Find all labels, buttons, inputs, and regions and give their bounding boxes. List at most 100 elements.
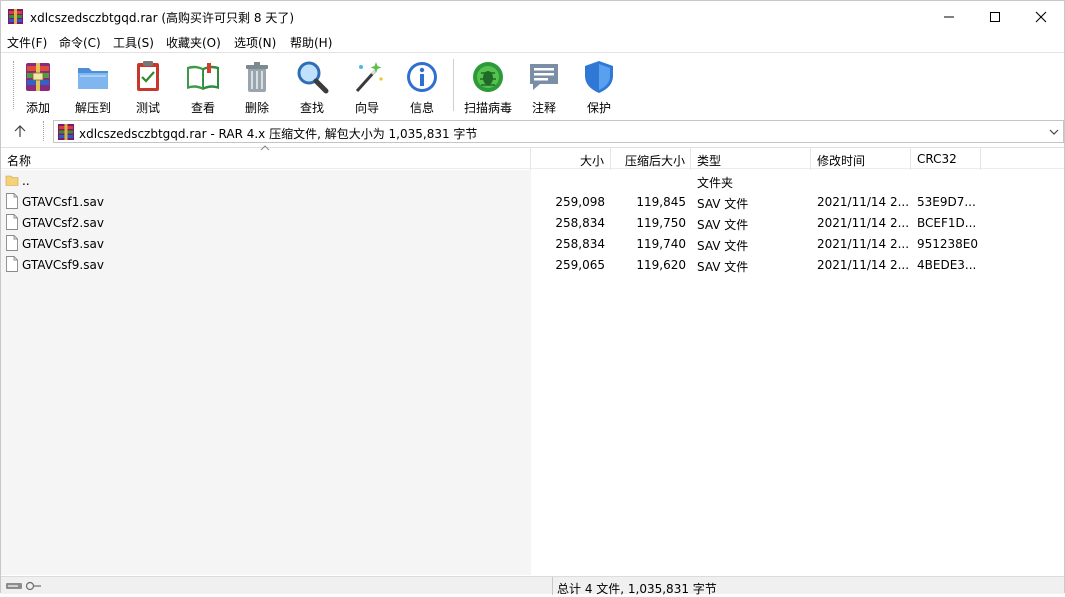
window-title: xdlcszedsczbtgqd.rar (高购买许可只剩 8 天了) [30,11,295,25]
menu-bar: 文件(F) 命令(C) 工具(S) 收藏夹(O) 选项(N) 帮助(H) [1,32,1064,52]
minimize-button[interactable] [926,1,972,32]
file-size: 258,834 [555,216,605,230]
sort-ascending-icon [260,145,270,151]
view-button[interactable]: 查看 [179,57,227,115]
list-item-parent-folder[interactable]: .. 文件夹 [1,170,1064,191]
header-crc-label: CRC32 [917,152,957,166]
menu-favorites[interactable]: 收藏夹(O) [166,34,221,51]
address-bar: xdlcszedsczbtgqd.rar - RAR 4.x 压缩文件, 解包大… [1,117,1064,145]
chevron-down-icon[interactable] [1047,125,1061,139]
list-item[interactable]: GTAVCsf9.sav 259,065 119,620 SAV 文件 2021… [1,254,1064,275]
file-name: GTAVCsf3.sav [22,237,104,251]
up-arrow-icon[interactable] [11,123,29,139]
file-size: 259,065 [555,258,605,272]
test-clipboard-icon [137,61,159,91]
header-size-label: 大小 [579,154,604,168]
address-field[interactable]: xdlcszedsczbtgqd.rar - RAR 4.x 压缩文件, 解包大… [53,120,1064,143]
extract-to-button[interactable]: 解压到 [69,57,117,115]
menu-file[interactable]: 文件(F) [7,34,47,51]
file-icon [6,256,18,272]
test-button[interactable]: 测试 [124,57,172,115]
file-name: GTAVCsf9.sav [22,258,104,272]
address-grip[interactable] [43,121,45,141]
header-name-label: 名称 [7,154,32,168]
file-name: .. [22,174,30,188]
status-summary: 总计 4 文件, 1,035,831 字节 [557,582,717,596]
file-modified: 2021/11/14 2... [817,195,910,209]
delete-label: 删除 [244,101,269,115]
add-button[interactable]: 添加 [14,57,62,115]
file-name: GTAVCsf2.sav [22,216,104,230]
file-icon [6,193,18,209]
file-size: 259,098 [555,195,605,209]
extract-to-label: 解压到 [74,101,111,115]
virus-scan-button[interactable]: 扫描病毒 [464,57,513,115]
protect-label: 保护 [586,101,611,115]
column-headers: 名称 大小 压缩后大小 类型 修改时间 CRC32 [1,145,1064,170]
close-button[interactable] [1018,1,1064,32]
file-crc: BCEF1D... [917,216,977,230]
file-size: 258,834 [555,237,605,251]
virus-scan-label: 扫描病毒 [464,101,513,115]
menu-commands[interactable]: 命令(C) [59,34,101,51]
file-icon [6,235,18,251]
extract-folder-icon [78,68,108,89]
maximize-button[interactable] [972,1,1018,32]
add-label: 添加 [25,101,50,115]
file-icon [6,214,18,230]
file-type: 文件夹 [697,176,734,190]
header-type-label: 类型 [697,154,722,168]
magnifier-icon [297,61,329,94]
folder-icon [5,175,19,186]
maximize-icon [990,11,1000,22]
list-item[interactable]: GTAVCsf3.sav 258,834 119,740 SAV 文件 2021… [1,233,1064,254]
protect-button[interactable]: 保护 [575,57,623,115]
close-icon [1035,11,1047,22]
toolbar-separator [453,59,454,111]
virus-scan-icon [473,62,503,92]
wizard-button[interactable]: 向导 [343,57,391,115]
file-modified: 2021/11/14 2... [817,216,910,230]
header-packed-label: 压缩后大小 [624,154,685,168]
info-icon [407,62,437,92]
trash-icon [246,62,268,92]
header-modified[interactable]: 修改时间 [811,148,911,170]
title-bar[interactable]: xdlcszedsczbtgqd.rar (高购买许可只剩 8 天了) [1,1,1064,32]
header-type[interactable]: 类型 [691,148,811,170]
header-packed[interactable]: 压缩后大小 [611,148,691,170]
header-crc[interactable]: CRC32 [911,148,981,170]
list-item[interactable]: GTAVCsf2.sav 258,834 119,750 SAV 文件 2021… [1,212,1064,233]
info-label: 信息 [409,101,434,115]
file-crc: 951238E0 [917,237,979,251]
comment-button[interactable]: 注释 [520,57,568,115]
menu-tools[interactable]: 工具(S) [113,34,154,51]
menu-options[interactable]: 选项(N) [234,34,276,51]
add-archive-icon [26,63,50,91]
header-size[interactable]: 大小 [531,148,611,170]
address-text: xdlcszedsczbtgqd.rar - RAR 4.x 压缩文件, 解包大… [79,127,478,141]
info-button[interactable]: 信息 [398,57,446,115]
view-book-icon [187,63,219,90]
find-button[interactable]: 查找 [288,57,336,115]
header-name[interactable]: 名称 [1,145,531,170]
minimize-icon [944,16,954,17]
file-crc: 53E9D7... [917,195,976,209]
file-packed: 119,740 [636,237,686,251]
file-type: SAV 文件 [697,260,749,274]
toolbar: 添加 解压到 测试 查看 删除 查找 向导 信息 扫描病毒 注释 保护 [1,52,1064,116]
wizard-label: 向导 [354,101,379,115]
file-modified: 2021/11/14 2... [817,237,910,251]
file-type: SAV 文件 [697,197,749,211]
file-packed: 119,750 [636,216,686,230]
winrar-icon [8,9,23,24]
wizard-wand-icon [355,62,383,93]
status-divider [552,577,553,595]
file-packed: 119,845 [636,195,686,209]
winrar-window: xdlcszedsczbtgqd.rar (高购买许可只剩 8 天了) 文件(F… [0,0,1065,596]
drive-key-icon[interactable] [4,580,44,592]
file-name: GTAVCsf1.sav [22,195,104,209]
delete-button[interactable]: 删除 [233,57,281,115]
header-modified-label: 修改时间 [817,154,866,168]
menu-help[interactable]: 帮助(H) [290,34,332,51]
list-item[interactable]: GTAVCsf1.sav 259,098 119,845 SAV 文件 2021… [1,191,1064,212]
